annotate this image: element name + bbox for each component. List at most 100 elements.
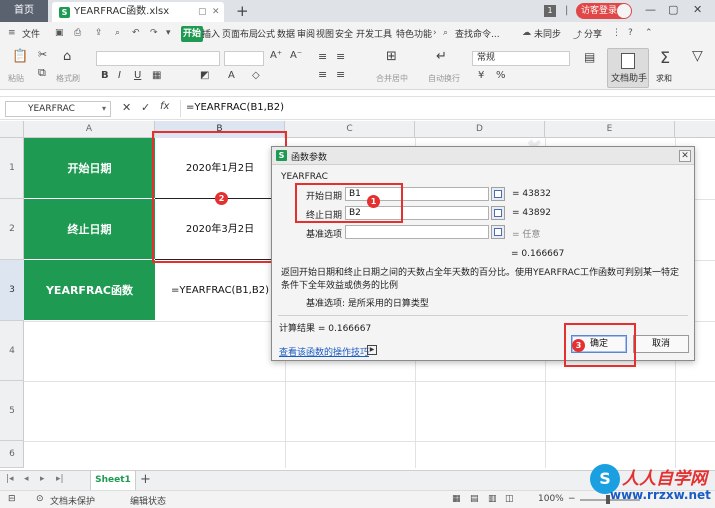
help-icon[interactable]: ? (628, 28, 633, 38)
align-top-icon[interactable]: ≡ (318, 50, 327, 63)
doc-assistant-button[interactable]: 文档助手 (607, 48, 649, 88)
font-name-select[interactable] (96, 51, 220, 66)
cancel-icon[interactable]: ✕ (122, 101, 131, 114)
column-header-c[interactable]: C (285, 121, 415, 138)
menu-review[interactable]: 审阅 (297, 27, 315, 40)
cell-a3[interactable]: YEARFRAC函数 (24, 260, 155, 321)
border-icon[interactable]: ▦ (152, 70, 161, 81)
sync-status[interactable]: 未同步 (534, 27, 561, 40)
share-button[interactable]: 分享 (584, 27, 602, 40)
cell-b3[interactable]: =YEARFRAC(B1,B2) (155, 260, 285, 321)
add-sheet-button[interactable]: + (140, 472, 151, 487)
tab-home[interactable]: 首页 (0, 0, 48, 22)
align-middle-icon[interactable]: ≡ (336, 50, 345, 63)
redo-icon[interactable]: ↷ (150, 28, 158, 38)
zoom-out-icon[interactable]: − (568, 494, 576, 504)
currency-icon[interactable]: ¥ (478, 70, 484, 81)
menu-formula[interactable]: 公式 (257, 27, 275, 40)
protect-status[interactable]: 文档未保护 (50, 494, 95, 507)
number-format-select[interactable]: 常规 (472, 51, 570, 66)
dropdown-icon[interactable]: ▾ (166, 28, 171, 38)
range-select-icon[interactable] (491, 187, 505, 201)
macro-icon[interactable]: ⊟ (8, 494, 16, 504)
select-all-corner[interactable] (0, 121, 24, 138)
underline-icon[interactable]: U (134, 70, 141, 81)
align-left-icon[interactable]: ≡ (318, 68, 327, 81)
arg-basis-input[interactable] (345, 225, 489, 239)
reading-mode-icon[interactable]: ◫ (505, 494, 514, 504)
menu-developer[interactable]: 开发工具 (356, 27, 392, 40)
copy-icon[interactable]: ⧉ (38, 66, 46, 80)
new-tab-button[interactable]: + (236, 0, 249, 22)
row-header-6[interactable]: 6 (0, 441, 24, 468)
search-command[interactable]: 查找命令... (455, 27, 500, 40)
undo-icon[interactable]: ↶ (132, 28, 140, 38)
zoom-level[interactable]: 100% (538, 494, 564, 504)
menu-security[interactable]: 安全 (335, 27, 353, 40)
export-icon[interactable]: ⇪ (95, 28, 103, 38)
font-color-icon[interactable]: A (228, 70, 235, 81)
close-window-icon[interactable]: ✕ (693, 3, 702, 16)
format-painter-icon[interactable]: ⌂ (63, 49, 71, 64)
pin-icon[interactable]: ▢ (198, 2, 207, 22)
range-select-icon[interactable] (491, 206, 505, 220)
close-icon[interactable]: ✕ (212, 2, 220, 22)
insert-function-icon[interactable]: fx (160, 101, 169, 112)
cell-a2[interactable]: 终止日期 (24, 199, 155, 260)
help-link[interactable]: 查看该函数的操作技巧 (279, 345, 369, 358)
table-style-icon[interactable]: ▤ (584, 50, 595, 64)
italic-icon[interactable]: I (118, 70, 121, 81)
row-header-3[interactable]: 3 (0, 260, 24, 321)
first-sheet-icon[interactable]: |◂ (6, 474, 14, 484)
maximize-icon[interactable]: ▢ (668, 3, 678, 16)
sum-icon[interactable]: Σ (660, 48, 670, 67)
hamburger-icon[interactable]: ≡ (8, 28, 16, 38)
wrap-icon[interactable]: ↵ (436, 49, 447, 64)
last-sheet-icon[interactable]: ▸| (56, 474, 64, 484)
column-header-e[interactable]: E (545, 121, 675, 138)
window-count-badge[interactable]: 1 (544, 5, 556, 17)
tab-file[interactable]: S YEARFRAC函数.xlsx ▢ ✕ (52, 2, 224, 22)
paste-icon[interactable]: 📋 (12, 49, 28, 64)
more-icon[interactable]: ⋮ (612, 28, 621, 38)
filter-icon[interactable]: ▽ (692, 48, 703, 64)
font-size-select[interactable] (224, 51, 264, 66)
fill-color-icon[interactable]: ◩ (200, 70, 209, 81)
cut-icon[interactable]: ✂ (38, 48, 47, 61)
tab-sheet1[interactable]: Sheet1 (90, 471, 136, 490)
cell-a1[interactable]: 开始日期 (24, 138, 155, 199)
font-increase-icon[interactable]: A⁺ (270, 50, 282, 61)
collapse-icon[interactable]: ⌃ (645, 28, 653, 38)
prev-sheet-icon[interactable]: ◂ (24, 474, 29, 484)
row-header-5[interactable]: 5 (0, 381, 24, 441)
merge-icon[interactable]: ⊞ (386, 49, 397, 64)
confirm-icon[interactable]: ✓ (141, 101, 150, 114)
chevron-down-icon[interactable]: ▾ (102, 102, 106, 116)
menu-insert[interactable]: 插入 (202, 27, 220, 40)
page-layout-view-icon[interactable]: ▥ (488, 494, 497, 504)
menu-view[interactable]: 视图 (316, 27, 334, 40)
name-box[interactable]: YEARFRAC ▾ (5, 101, 111, 117)
video-icon[interactable]: ▶ (367, 345, 377, 355)
column-header-a[interactable]: A (24, 121, 155, 138)
print-preview-icon[interactable]: ⌕ (115, 28, 120, 38)
row-header-2[interactable]: 2 (0, 199, 24, 260)
range-select-icon[interactable] (491, 225, 505, 239)
formula-input[interactable]: =YEARFRAC(B1,B2) (186, 102, 284, 113)
bold-icon[interactable]: B (101, 70, 109, 81)
next-sheet-icon[interactable]: ▸ (40, 474, 45, 484)
cancel-button[interactable]: 取消 (633, 335, 689, 353)
minimize-icon[interactable]: — (645, 3, 656, 16)
page-break-view-icon[interactable]: ▤ (470, 494, 479, 504)
save-icon[interactable]: ▣ (55, 28, 64, 38)
print-icon[interactable]: ⎙ (74, 28, 81, 38)
normal-view-icon[interactable]: ▦ (452, 494, 461, 504)
login-button[interactable]: 访客登录 (576, 3, 632, 19)
dialog-title-bar[interactable]: S 函数参数 ✕ (272, 147, 694, 165)
row-header-1[interactable]: 1 (0, 138, 24, 199)
clear-icon[interactable]: ◇ (252, 70, 260, 81)
row-header-4[interactable]: 4 (0, 321, 24, 381)
close-icon[interactable]: ✕ (679, 150, 691, 162)
percent-icon[interactable]: % (496, 70, 506, 81)
font-decrease-icon[interactable]: A⁻ (290, 50, 302, 61)
